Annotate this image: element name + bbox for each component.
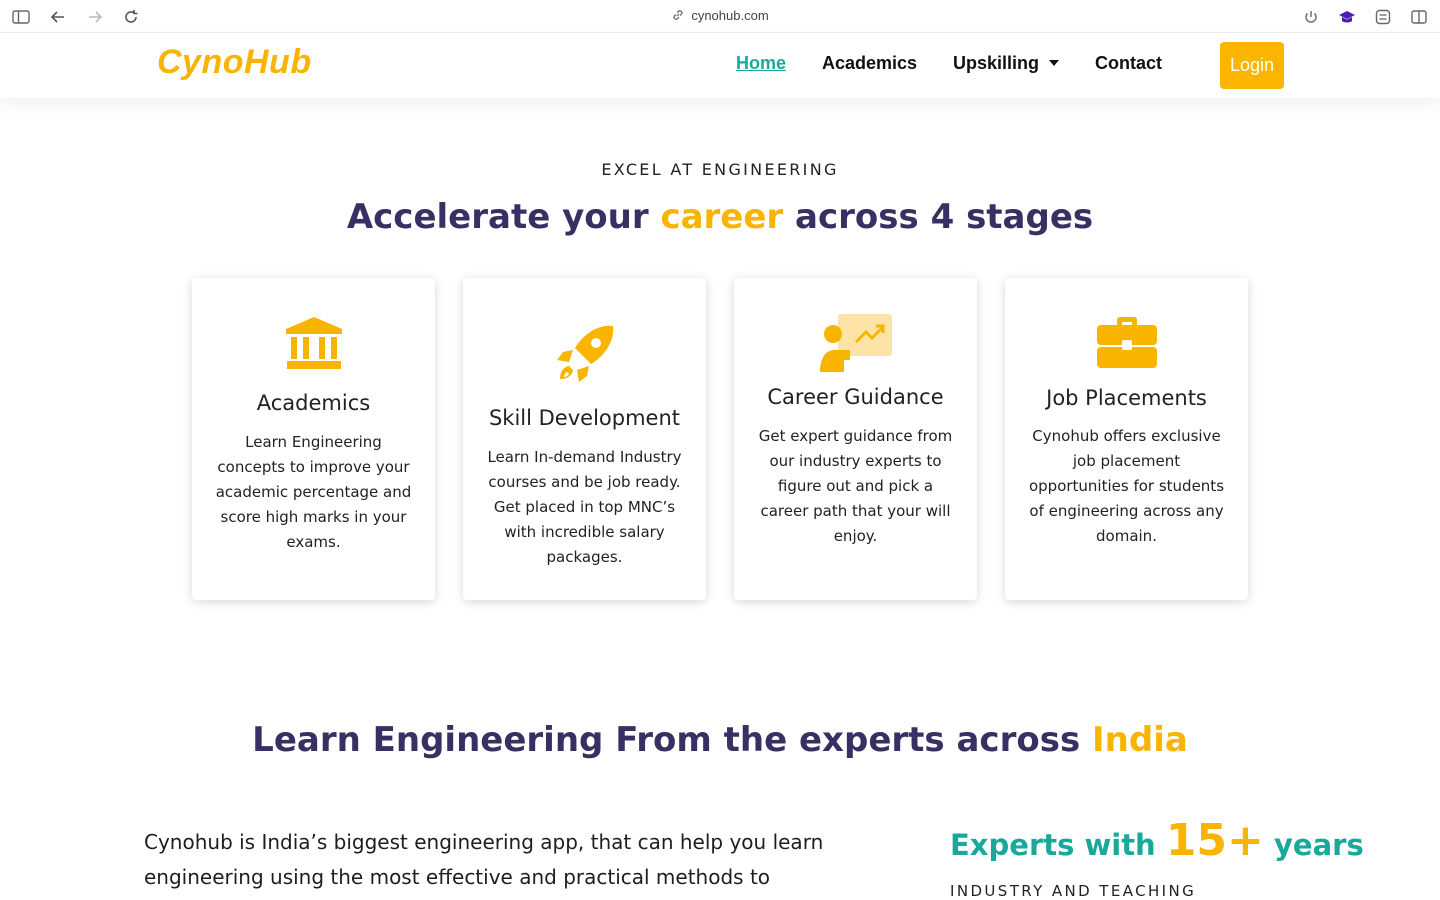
- split-view-icon[interactable]: [1408, 6, 1430, 28]
- reload-icon[interactable]: [120, 6, 142, 28]
- nav-upskilling-label: Upskilling: [953, 53, 1040, 73]
- url-text[interactable]: cynohub.com: [691, 8, 768, 23]
- nav-academics[interactable]: Academics: [822, 53, 917, 74]
- graduation-cap-extension-icon[interactable]: [1336, 6, 1358, 28]
- stage-card-job-placements[interactable]: Job Placements Cynohub offers exclusive …: [1005, 278, 1248, 600]
- link-icon: [671, 8, 685, 25]
- site-navbar: CynoHub Home Academics Upskilling Contac…: [0, 33, 1440, 98]
- card-text: Learn Engineering concepts to improve yo…: [215, 433, 412, 551]
- experts-number: 15+: [1165, 815, 1264, 866]
- experts-caption: INDUSTRY AND TEACHING: [950, 882, 1197, 900]
- title-accent: career: [660, 197, 784, 237]
- briefcase-icon: [1005, 315, 1248, 369]
- experts-text: Experts with: [950, 828, 1166, 862]
- nav-home[interactable]: Home: [736, 53, 786, 74]
- card-title: Academics: [256, 391, 371, 415]
- stage-card-skill-development[interactable]: Skill Development Learn In-demand Indust…: [463, 278, 706, 600]
- title-accent: India: [1092, 720, 1188, 760]
- login-button[interactable]: Login: [1220, 42, 1284, 89]
- caret-down-icon: [1049, 60, 1060, 66]
- card-title: Career Guidance: [767, 385, 944, 409]
- title-text: Learn Engineering From the experts acros…: [252, 720, 1093, 760]
- section-eyebrow: EXCEL AT ENGINEERING: [601, 160, 839, 179]
- experts-stat: Experts with 15+ years: [950, 815, 1364, 866]
- intro-paragraph: Cynohub is India’s biggest engineering a…: [144, 830, 824, 889]
- card-title: Skill Development: [488, 406, 681, 430]
- browser-toolbar: cynohub.com: [0, 0, 1440, 33]
- stage-card-career-guidance[interactable]: Career Guidance Get expert guidance from…: [734, 278, 977, 600]
- presentation-icon: [734, 312, 977, 374]
- extensions-icon[interactable]: [1372, 6, 1394, 28]
- card-text: Learn In-demand Industry courses and be …: [487, 448, 682, 566]
- rocket-icon: [463, 322, 706, 386]
- card-text: Cynohub offers exclusive job placement o…: [1028, 427, 1225, 545]
- stage-card-academics[interactable]: Academics Learn Engineering concepts to …: [192, 278, 435, 600]
- power-icon[interactable]: [1300, 6, 1322, 28]
- experts-text-end: years: [1263, 828, 1364, 862]
- card-title: Job Placements: [1046, 386, 1207, 410]
- bank-icon: [192, 315, 435, 371]
- back-icon[interactable]: [47, 6, 69, 28]
- title-text-end: across 4 stages: [783, 197, 1094, 237]
- card-text: Get expert guidance from our industry ex…: [758, 427, 953, 545]
- sidebar-toggle-icon[interactable]: [10, 6, 32, 28]
- experts-section-title: Learn Engineering From the experts acros…: [0, 720, 1440, 760]
- forward-icon[interactable]: [84, 6, 106, 28]
- section-title: Accelerate your career across 4 stages: [0, 197, 1440, 237]
- title-text: Accelerate your: [346, 197, 661, 237]
- nav-contact[interactable]: Contact: [1095, 53, 1162, 74]
- nav-upskilling[interactable]: Upskilling: [953, 53, 1060, 74]
- brand-logo[interactable]: CynoHub: [157, 43, 312, 82]
- address-bar: cynohub.com: [0, 8, 1440, 25]
